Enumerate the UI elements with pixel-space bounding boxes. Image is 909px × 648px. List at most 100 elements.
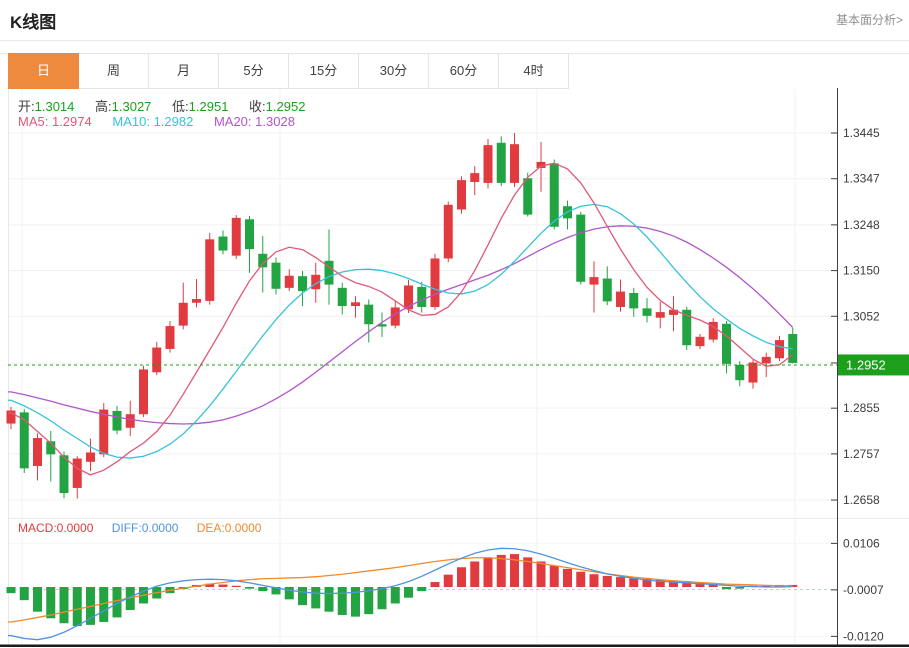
- ma20-value: 1.3028: [255, 114, 295, 129]
- candle-body: [404, 286, 413, 310]
- candle-body: [33, 438, 42, 466]
- dea-label: DEA:: [197, 521, 225, 535]
- candle-body: [232, 218, 241, 256]
- high-value: 1.3027: [112, 99, 152, 114]
- candle-body: [245, 219, 254, 249]
- candle-body: [431, 258, 440, 307]
- ma5-line: [8, 163, 793, 475]
- macd-bar: [60, 587, 69, 623]
- candle-body: [550, 163, 559, 226]
- candle-body: [497, 143, 506, 183]
- candle-body: [60, 455, 69, 493]
- candle-body: [205, 239, 214, 301]
- candle-body: [113, 411, 122, 431]
- price-tick-label: 1.3248: [843, 218, 880, 232]
- macd-bar: [497, 555, 506, 587]
- macd-legend: MACD:0.0000 DIFF:0.0000 DEA:0.0000: [18, 521, 276, 535]
- candle-body: [20, 412, 29, 468]
- ma5-label: MA5:: [18, 114, 48, 129]
- candle-body: [643, 308, 652, 315]
- candle-body: [616, 292, 625, 307]
- macd-bar: [325, 587, 334, 612]
- diff-label: DIFF:: [112, 521, 142, 535]
- macd-bar: [417, 587, 426, 591]
- macd-bar: [590, 574, 599, 587]
- macd-bar: [245, 587, 254, 589]
- ma5-value: 1.2974: [52, 114, 92, 129]
- ohlc-legend: 开:1.3014 高:1.3027 低:1.2951 收:1.2952: [18, 96, 322, 115]
- last-price-badge: 1.2952: [838, 354, 909, 375]
- macd-bar: [484, 557, 493, 587]
- macd-bar: [232, 586, 241, 587]
- macd-bar: [391, 587, 400, 603]
- ma20-line: [8, 226, 793, 424]
- candle-body: [179, 303, 188, 326]
- ma-legend: MA5: 1.2974 MA10: 1.2982 MA20: 1.3028: [18, 114, 312, 129]
- dea-value: 0.0000: [225, 521, 262, 535]
- ma20-label: MA20:: [214, 114, 252, 129]
- macd-histogram: [7, 554, 798, 626]
- macd-bar: [311, 587, 320, 608]
- candle-body: [139, 369, 148, 414]
- price-tick-label: 1.3347: [843, 172, 880, 186]
- diff-line: [8, 548, 793, 639]
- candle-body: [298, 276, 307, 291]
- macd-bar: [20, 587, 29, 600]
- candle-body: [152, 348, 161, 373]
- macd-tick-label: 0.0106: [843, 536, 880, 550]
- candle-body: [272, 263, 281, 289]
- macd-bar: [7, 587, 16, 593]
- close-value: 1.2952: [266, 99, 306, 114]
- candle-body: [285, 276, 294, 288]
- candle-body: [629, 293, 638, 308]
- macd-bar: [46, 587, 55, 618]
- candle-body: [126, 414, 135, 428]
- macd-bar: [722, 587, 731, 589]
- candle-body: [444, 205, 453, 259]
- macd-axis-labels: 0.0106-0.0007-0.0120: [831, 536, 884, 643]
- price-tick-label: 1.3445: [843, 126, 880, 140]
- macd-bar: [537, 561, 546, 587]
- candle-body: [722, 324, 731, 364]
- macd-bar: [735, 587, 744, 589]
- ma10-value: 1.2982: [154, 114, 194, 129]
- ma10-label: MA10:: [112, 114, 150, 129]
- candle-body: [735, 365, 744, 380]
- candle-body: [351, 302, 360, 306]
- macd-bar: [563, 569, 572, 587]
- main-axis-labels: 1.34451.33471.32481.31501.30521.28551.27…: [831, 126, 880, 507]
- macd-value: 0.0000: [57, 521, 94, 535]
- candle-body: [219, 237, 228, 251]
- candle-body: [364, 305, 373, 325]
- candle-body: [576, 215, 585, 282]
- candle-body: [417, 287, 426, 307]
- candle-body: [73, 459, 82, 488]
- macd-bar: [285, 587, 294, 599]
- close-label: 收:: [249, 99, 266, 114]
- macd-tick-label: -0.0120: [843, 629, 884, 643]
- macd-label: MACD:: [18, 521, 57, 535]
- candle-body: [338, 288, 347, 306]
- macd-bar: [470, 561, 479, 587]
- open-value: 1.3014: [35, 99, 75, 114]
- macd-bar: [258, 587, 267, 591]
- diff-value: 0.0000: [142, 521, 179, 535]
- macd-bar: [550, 566, 559, 587]
- candle-body: [470, 173, 479, 182]
- price-tick-label: 1.2658: [843, 493, 880, 507]
- price-tick-label: 1.3150: [843, 264, 880, 278]
- macd-bar: [219, 585, 228, 587]
- candle-body: [603, 279, 612, 302]
- macd-bar: [457, 567, 466, 587]
- candle-body: [510, 144, 519, 183]
- macd-bar: [33, 587, 42, 612]
- low-value: 1.2951: [189, 99, 229, 114]
- macd-bar: [73, 587, 82, 626]
- candle-body: [192, 299, 201, 303]
- macd-bar: [378, 587, 387, 609]
- candle-body: [99, 410, 108, 455]
- time-axis-bar: [0, 645, 909, 648]
- ma10-line: [8, 204, 793, 458]
- macd-bar: [616, 577, 625, 587]
- candle-body: [166, 326, 175, 349]
